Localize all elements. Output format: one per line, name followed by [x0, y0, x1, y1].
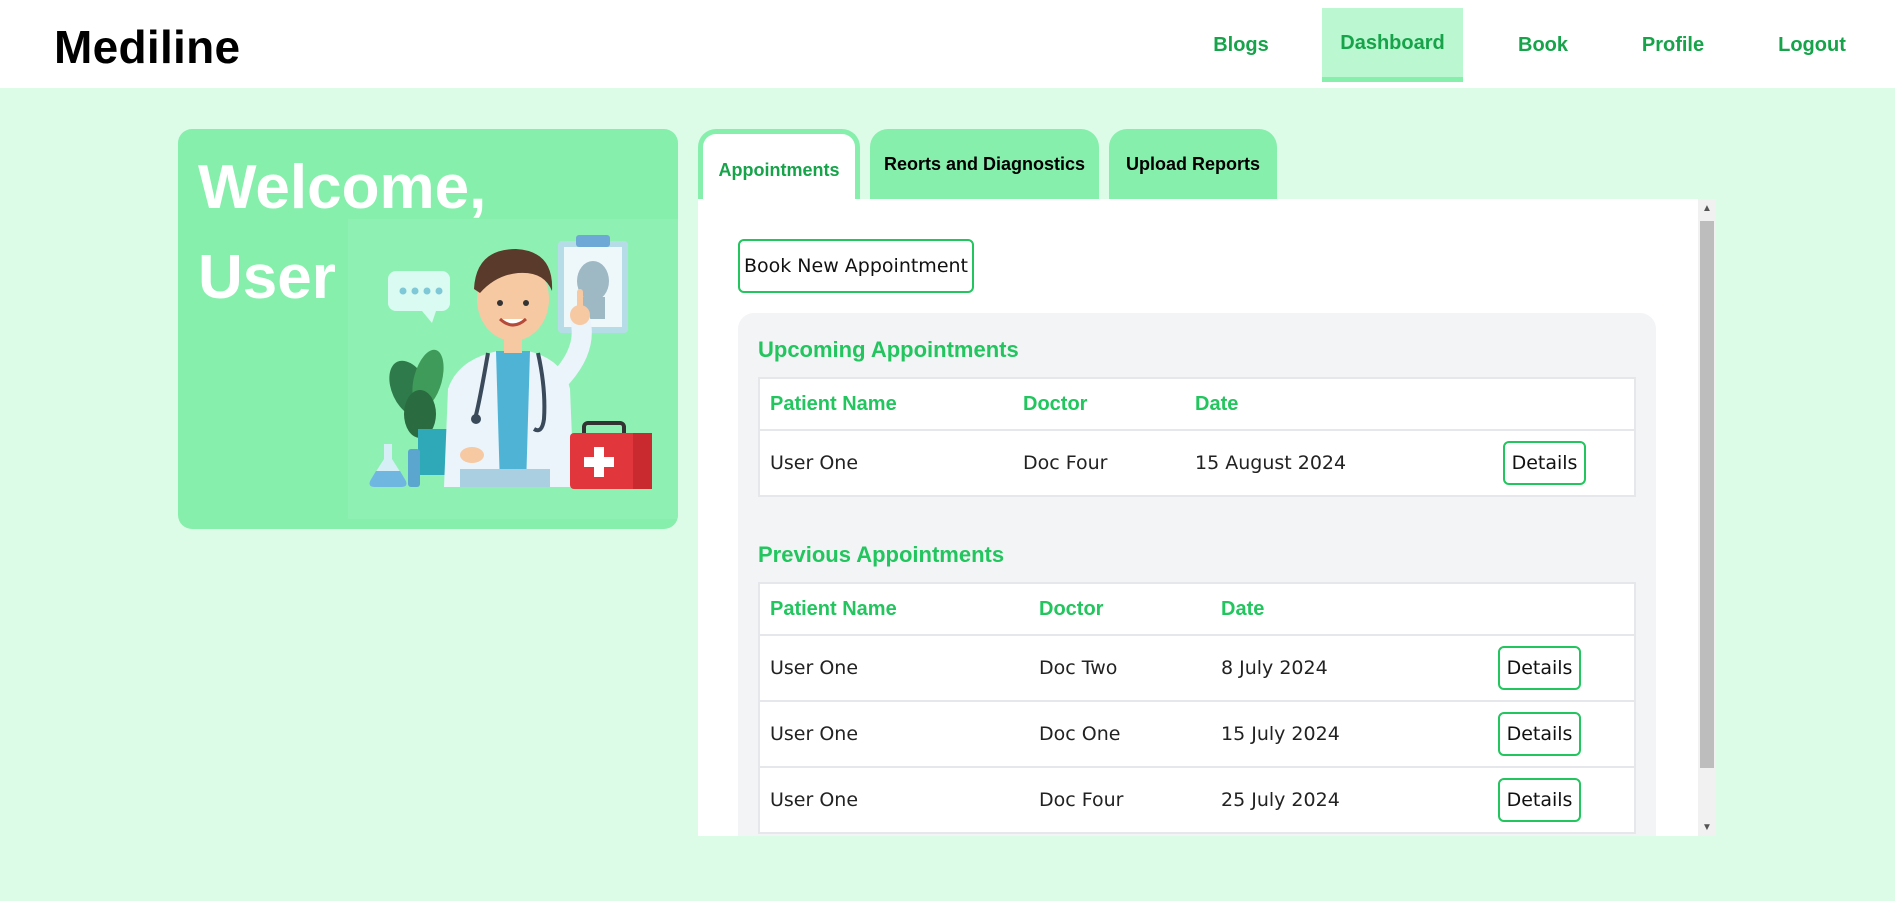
action-cell: Details: [1488, 701, 1635, 768]
patient-name-cell: User One: [759, 635, 1029, 702]
tab-appointments[interactable]: Appointments: [698, 129, 860, 199]
brand-logo[interactable]: Mediline: [54, 20, 240, 74]
table-row: User One Doc Two 8 July 2024 Details: [759, 635, 1635, 702]
doctor-cell: Doc Two: [1029, 635, 1211, 702]
nav-link-profile[interactable]: Profile: [1627, 8, 1719, 82]
table-row: User One Doc Four 15 August 2024 Details: [759, 430, 1635, 497]
table-header-row: Patient Name Doctor Date: [759, 378, 1635, 431]
date-cell: 8 July 2024: [1211, 635, 1488, 702]
action-cell: Details: [1488, 635, 1635, 702]
doctor-cell: Doc Four: [1029, 767, 1211, 834]
scroll-up-arrow-icon[interactable]: ▲: [1698, 199, 1716, 217]
column-header-date: Date: [1185, 378, 1493, 431]
column-header-patient: Patient Name: [759, 378, 1013, 431]
panel-scrollbar[interactable]: ▲ ▼: [1698, 199, 1716, 836]
date-cell: 25 July 2024: [1211, 767, 1488, 834]
column-header-action: [1493, 378, 1635, 431]
column-header-doctor: Doctor: [1013, 378, 1185, 431]
nav-link-logout[interactable]: Logout: [1762, 8, 1862, 82]
previous-appointments-title: Previous Appointments: [758, 542, 1005, 567]
navbar: Mediline Blogs Dashboard Book Profile Lo…: [0, 0, 1895, 88]
patient-name-cell: User One: [759, 430, 1013, 497]
patient-name-cell: User One: [759, 767, 1029, 834]
scroll-thumb[interactable]: [1700, 221, 1714, 768]
doctor-cell: Doc One: [1029, 701, 1211, 768]
clipboard-icon: [558, 235, 628, 333]
patient-name-cell: User One: [759, 701, 1029, 768]
tab-reports-diagnostics[interactable]: Reorts and Diagnostics: [870, 129, 1099, 199]
action-cell: Details: [1488, 767, 1635, 834]
upcoming-appointments-title: Upcoming Appointments: [758, 337, 1019, 362]
nav-link-blogs[interactable]: Blogs: [1197, 8, 1285, 82]
table-row: User One Doc Four 25 July 2024 Details: [759, 767, 1635, 834]
welcome-card: Welcome, User: [178, 129, 678, 529]
previous-appointments-table: Patient Name Doctor Date User One Doc Tw…: [758, 582, 1636, 834]
appointments-panel: Book New Appointment Upcoming Appointmen…: [698, 199, 1716, 836]
date-cell: 15 July 2024: [1211, 701, 1488, 768]
details-button[interactable]: Details: [1498, 778, 1581, 822]
doctor-cell: Doc Four: [1013, 430, 1185, 497]
upcoming-appointments-table: Patient Name Doctor Date User One Doc Fo…: [758, 377, 1636, 497]
table-header-row: Patient Name Doctor Date: [759, 583, 1635, 636]
column-header-date: Date: [1211, 583, 1488, 636]
column-header-action: [1488, 583, 1635, 636]
nav-link-book[interactable]: Book: [1500, 8, 1586, 82]
action-cell: Details: [1493, 430, 1635, 497]
appointments-container: Upcoming Appointments Patient Name Docto…: [738, 313, 1656, 836]
date-cell: 15 August 2024: [1185, 430, 1493, 497]
column-header-doctor: Doctor: [1029, 583, 1211, 636]
tab-upload-reports[interactable]: Upload Reports: [1109, 129, 1277, 199]
table-row: User One Doc One 15 July 2024 Details: [759, 701, 1635, 768]
nav-link-dashboard[interactable]: Dashboard: [1322, 8, 1463, 82]
book-new-appointment-button[interactable]: Book New Appointment: [738, 239, 974, 293]
details-button[interactable]: Details: [1498, 646, 1581, 690]
scroll-down-arrow-icon[interactable]: ▼: [1698, 818, 1716, 836]
details-button[interactable]: Details: [1503, 441, 1586, 485]
details-button[interactable]: Details: [1498, 712, 1581, 756]
column-header-patient: Patient Name: [759, 583, 1029, 636]
doctor-illustration: [348, 219, 678, 519]
